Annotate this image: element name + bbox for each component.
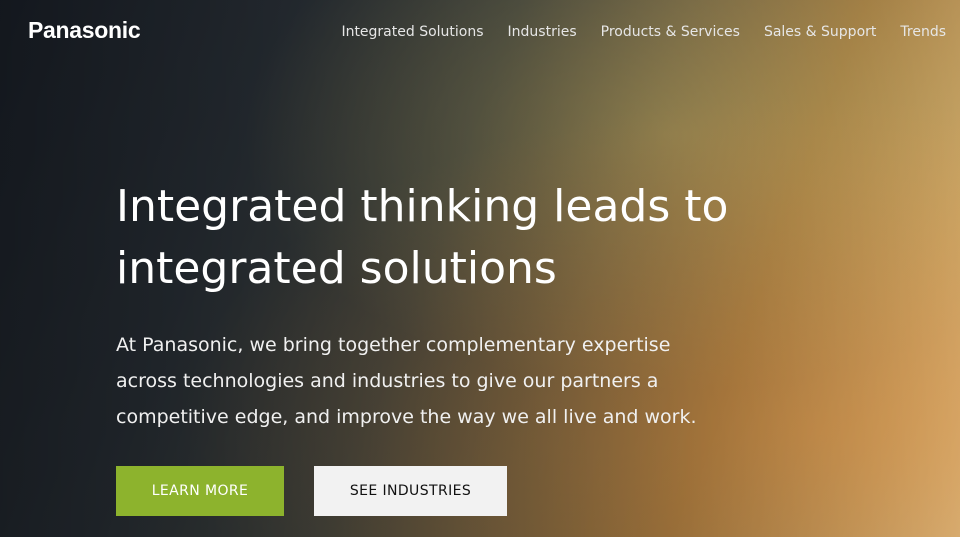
panasonic-logo[interactable]: Panasonic [28, 17, 141, 44]
subtext-line-3: competitive edge, and improve the way we… [116, 406, 697, 428]
hero-headline: Integrated thinking leads to integrated … [116, 176, 756, 300]
headline-line-2: integrated solutions [116, 243, 557, 294]
see-industries-button[interactable]: SEE INDUSTRIES [314, 466, 507, 516]
nav-item-integrated-solutions[interactable]: Integrated Solutions [341, 24, 483, 40]
nav-item-sales-support[interactable]: Sales & Support [764, 24, 876, 40]
learn-more-button[interactable]: LEARN MORE [116, 466, 284, 516]
subtext-line-1: At Panasonic, we bring together compleme… [116, 334, 671, 356]
hero-subtext: At Panasonic, we bring together compleme… [116, 327, 716, 435]
subtext-line-2: across technologies and industries to gi… [116, 370, 659, 392]
nav-item-trends[interactable]: Trends [900, 24, 946, 40]
headline-line-1: Integrated thinking leads to [116, 181, 729, 232]
main-nav: Integrated Solutions Industries Products… [317, 24, 946, 40]
nav-item-industries[interactable]: Industries [508, 24, 577, 40]
site-header: Panasonic Integrated Solutions Industrie… [0, 0, 960, 66]
nav-item-products-services[interactable]: Products & Services [601, 24, 740, 40]
